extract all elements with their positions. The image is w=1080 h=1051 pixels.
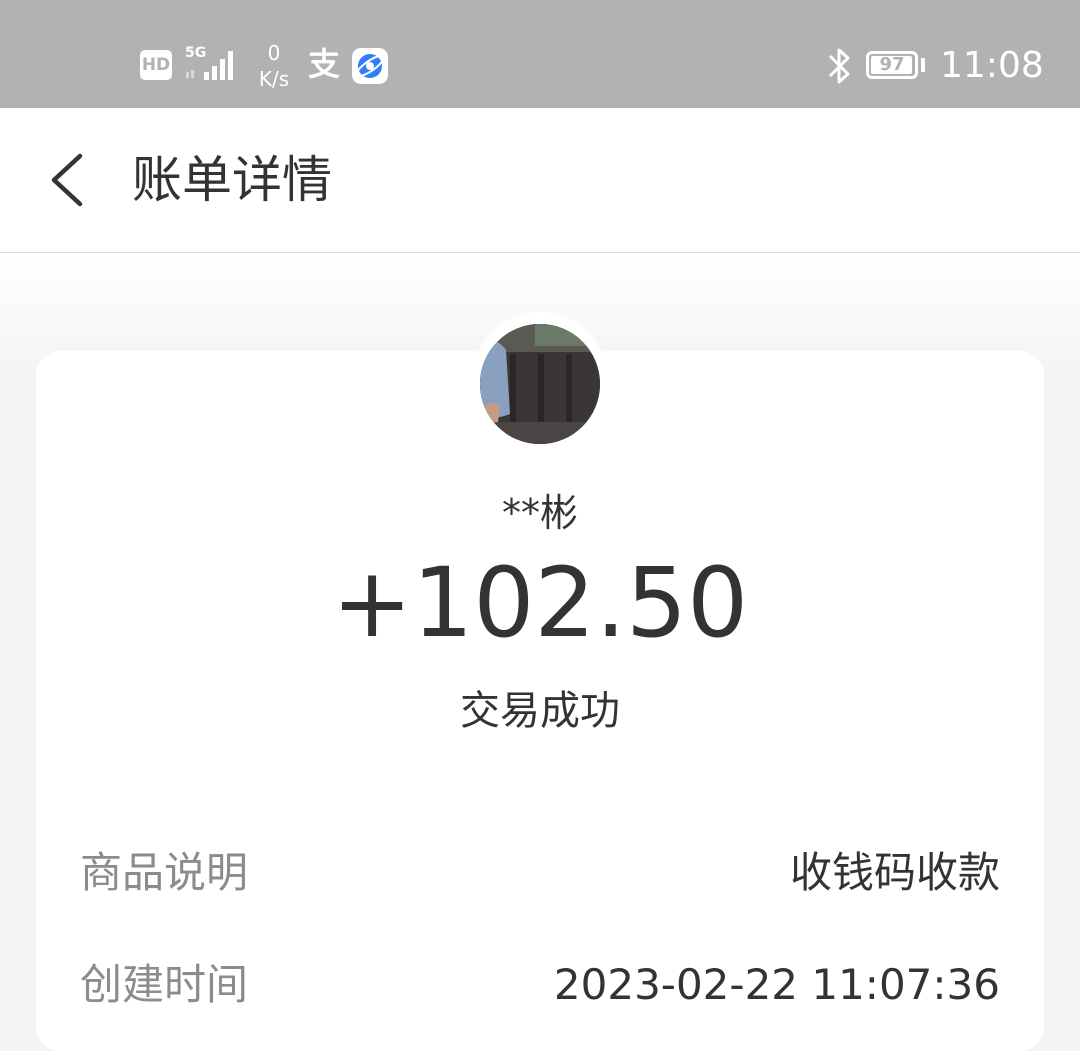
bluetooth-icon [828,48,850,84]
detail-label-product: 商品说明 [80,848,249,897]
battery-level: 97 [879,54,905,75]
battery-tip [921,58,925,72]
detail-label-created-time: 创建时间 [80,960,249,1009]
detail-value-product: 收钱码收款 [789,848,1000,897]
network-speed: 0 K/s [254,40,294,92]
page-title: 账单详情 [132,151,332,209]
network-speed-unit: K/s [258,67,290,91]
status-time: 11:08 [940,45,1044,86]
chevron-left-icon [51,153,83,207]
avatar-image [480,324,600,444]
avatar[interactable] [480,324,600,444]
detail-value-created-time: 2023-02-22 11:07:36 [553,960,1000,1009]
payer-name: **彬 [501,491,578,535]
transaction-status: 交易成功 [460,688,620,734]
alipay-icon: 支 [308,45,341,83]
browser-icon [352,48,388,84]
title-bar: 账单详情 [0,108,1080,253]
back-button[interactable] [36,144,108,216]
transaction-amount: +102.50 [331,547,749,659]
battery-icon: 97 [866,51,918,79]
signal-icon [186,51,233,80]
status-bar: HD 5G 0 K/s 支 97 11:08 [0,0,1080,108]
network-speed-value: 0 [267,41,281,65]
hd-icon: HD [140,50,172,80]
